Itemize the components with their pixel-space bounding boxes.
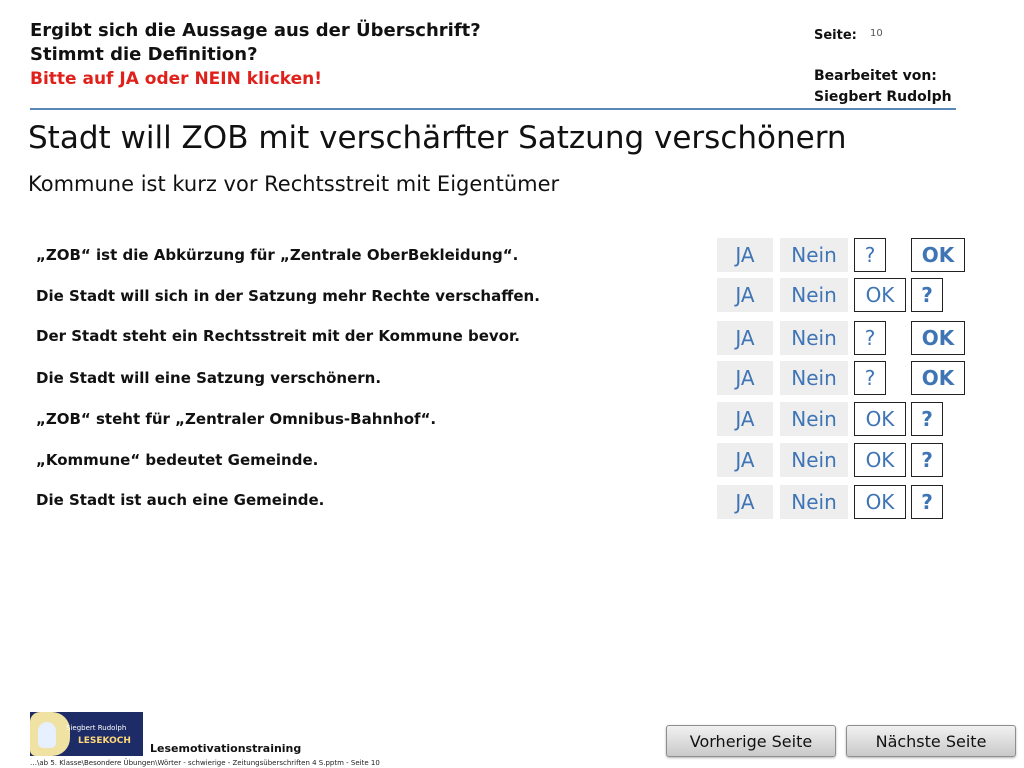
result-mark-3b: OK <box>911 321 965 355</box>
nein-button-2[interactable]: Nein <box>780 278 848 312</box>
nein-button-7[interactable]: Nein <box>780 485 848 519</box>
statement-5: „ZOB“ steht für „Zentraler Omnibus-Bahnh… <box>36 410 437 428</box>
nein-button-1[interactable]: Nein <box>780 238 848 272</box>
sub-headline: Kommune ist kurz vor Rechtsstreit mit Ei… <box>28 172 560 196</box>
edited-by-label: Bearbeitet von: <box>814 68 937 84</box>
nein-button-3[interactable]: Nein <box>780 321 848 355</box>
ja-button-2[interactable]: JA <box>717 278 773 312</box>
result-mark-2a: OK <box>854 278 906 312</box>
instructions: Ergibt sich die Aussage aus der Überschr… <box>30 19 481 91</box>
result-mark-6a: OK <box>854 443 906 477</box>
result-mark-4b: OK <box>911 361 965 395</box>
logo-brand-text: LESEKOCH <box>78 736 131 746</box>
lightbulb-icon <box>38 722 56 748</box>
result-mark-7a: OK <box>854 485 906 519</box>
result-mark-4a: ? <box>854 361 886 395</box>
result-mark-7b: ? <box>911 485 943 519</box>
result-mark-5a: OK <box>854 402 906 436</box>
nein-button-4[interactable]: Nein <box>780 361 848 395</box>
ja-button-4[interactable]: JA <box>717 361 773 395</box>
page-number: 10 <box>870 28 883 39</box>
lesekoch-logo: Siegbert Rudolph LESEKOCH <box>30 712 143 756</box>
logo-author-text: Siegbert Rudolph <box>66 724 127 732</box>
result-mark-1a: ? <box>854 238 886 272</box>
question-line-2: Stimmt die Definition? <box>30 44 258 65</box>
program-name: Lesemotivationstraining <box>150 742 302 755</box>
statement-7: Die Stadt ist auch eine Gemeinde. <box>36 491 325 509</box>
ja-button-3[interactable]: JA <box>717 321 773 355</box>
next-page-button[interactable]: Nächste Seite <box>846 725 1016 757</box>
previous-page-button[interactable]: Vorherige Seite <box>666 725 836 757</box>
statement-1: „ZOB“ ist die Abkürzung für „Zentrale Ob… <box>36 246 519 264</box>
file-path: …\ab 5. Klasse\Besondere Übungen\Wörter … <box>30 759 380 767</box>
result-mark-5b: ? <box>911 402 943 436</box>
result-mark-3a: ? <box>854 321 886 355</box>
ja-button-7[interactable]: JA <box>717 485 773 519</box>
ja-button-5[interactable]: JA <box>717 402 773 436</box>
statement-6: „Kommune“ bedeutet Gemeinde. <box>36 451 319 469</box>
result-mark-2b: ? <box>911 278 943 312</box>
author-name: Siegbert Rudolph <box>814 89 952 105</box>
header-divider <box>30 108 956 110</box>
ja-button-1[interactable]: JA <box>717 238 773 272</box>
statement-3: Der Stadt steht ein Rechtsstreit mit der… <box>36 327 520 345</box>
nein-button-6[interactable]: Nein <box>780 443 848 477</box>
result-mark-1b: OK <box>911 238 965 272</box>
edited-by: Bearbeitet von: Siegbert Rudolph <box>814 66 952 108</box>
result-mark-6b: ? <box>911 443 943 477</box>
ja-button-6[interactable]: JA <box>717 443 773 477</box>
nein-button-5[interactable]: Nein <box>780 402 848 436</box>
question-line-1: Ergibt sich die Aussage aus der Überschr… <box>30 20 481 41</box>
headline: Stadt will ZOB mit verschärfter Satzung … <box>28 120 847 156</box>
statement-2: Die Stadt will sich in der Satzung mehr … <box>36 287 540 305</box>
click-instruction: Bitte auf JA oder NEIN klicken! <box>30 69 323 89</box>
page-label: Seite: <box>814 28 857 43</box>
statement-4: Die Stadt will eine Satzung verschönern. <box>36 369 382 387</box>
